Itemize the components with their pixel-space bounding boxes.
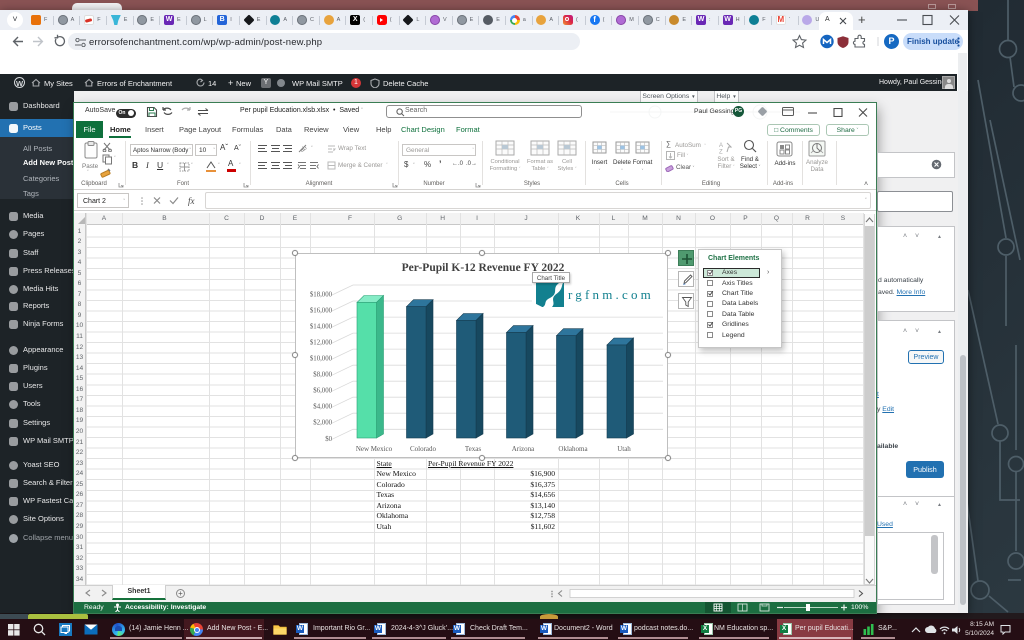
svg-text:$4,000: $4,000 (313, 404, 332, 411)
svg-text:Colorado: Colorado (410, 445, 437, 453)
svg-text:$0: $0 (325, 436, 332, 443)
svg-text:rgfnm.com: rgfnm.com (568, 287, 654, 302)
svg-text:$8,000: $8,000 (313, 372, 332, 379)
svg-text:Texas: Texas (465, 445, 482, 453)
svg-text:fx: fx (188, 196, 195, 206)
svg-text:Oklahoma: Oklahoma (558, 445, 588, 453)
svg-text:$12,000: $12,000 (310, 340, 333, 347)
svg-text:$14,000: $14,000 (310, 324, 333, 331)
svg-text:$6,000: $6,000 (313, 388, 332, 395)
svg-text:New Mexico: New Mexico (356, 445, 393, 453)
svg-text:Arizona: Arizona (512, 445, 535, 453)
svg-text:Z: Z (719, 150, 723, 155)
svg-text:Utah: Utah (617, 445, 631, 453)
svg-text:$2,000: $2,000 (313, 420, 332, 427)
svg-text:A: A (719, 143, 723, 149)
svg-text:ab: ab (299, 145, 308, 154)
svg-text:$10,000: $10,000 (310, 356, 333, 363)
svg-text:$18,000: $18,000 (310, 292, 333, 299)
svg-text:$16,000: $16,000 (310, 308, 333, 315)
